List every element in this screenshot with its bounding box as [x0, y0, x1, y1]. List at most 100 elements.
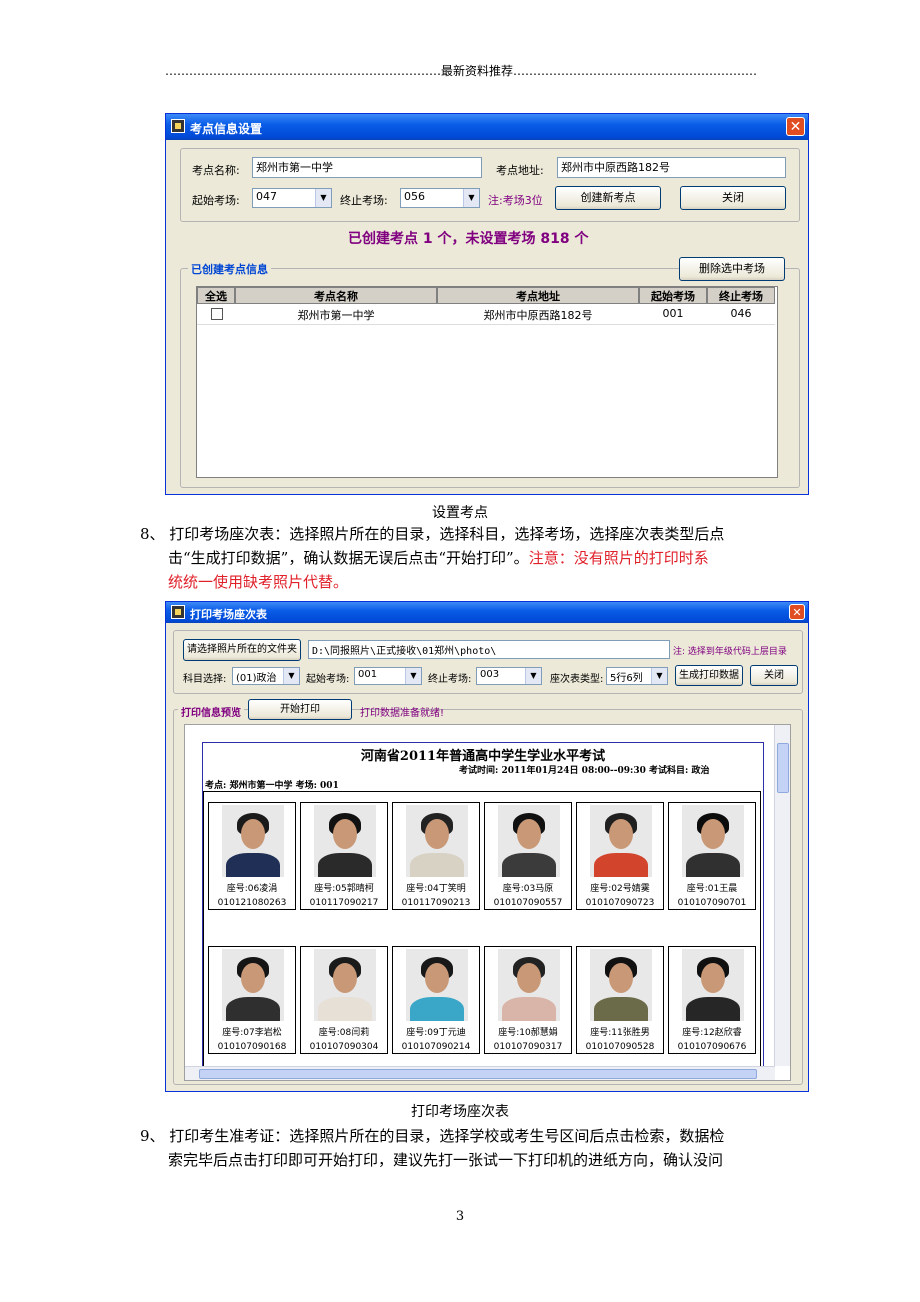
- seating-type-value: 5行6列: [610, 673, 643, 684]
- row-checkbox[interactable]: [211, 308, 223, 320]
- col-site-name: 考点名称: [235, 287, 437, 304]
- horizontal-scrollbar[interactable]: [185, 1066, 775, 1080]
- figure-caption-1: 设置考点: [432, 505, 488, 521]
- start-room-select[interactable]: 047 ▼: [252, 188, 332, 208]
- end-room-value: 003: [480, 669, 500, 680]
- created-sites-label: 已创建考点信息: [188, 261, 271, 277]
- seat-grid: 座号:06凌涓 010121080263 座号:05郭晴柯 010117090217 座…: [203, 791, 761, 1080]
- summary-text: 已创建考点 1 个，未设置考场 818 个: [348, 231, 589, 247]
- student-photo: [498, 949, 560, 1021]
- photo-body: [594, 853, 648, 877]
- seat-label: 座号:05郭晴柯: [314, 884, 374, 894]
- end-room-select[interactable]: 056 ▼: [400, 188, 480, 208]
- seating-type-label: 座次表类型:: [550, 674, 604, 685]
- photo-face: [701, 963, 725, 993]
- student-id: 010117090217: [309, 898, 379, 908]
- student-id: 010107090723: [585, 898, 655, 908]
- titlebar[interactable]: 打印考场座次表 ✕: [166, 602, 808, 623]
- photo-body: [502, 853, 556, 877]
- site-name-input[interactable]: 郑州市第一中学: [252, 157, 482, 178]
- student-photo: [222, 949, 284, 1021]
- choose-folder-button[interactable]: 请选择照片所在的文件夹: [183, 639, 301, 661]
- room-format-note: 注:考场3位: [488, 194, 543, 207]
- start-room-select[interactable]: 001 ▼: [354, 667, 422, 685]
- step-8-line-2: 击“生成打印数据”，确认数据无误后点击“开始打印”。注意：没有照片的打印时系: [168, 546, 709, 570]
- student-photo: [682, 949, 744, 1021]
- sheet-exam-info: 考试时间: 2011年01月24日 08:00--09:30 考试科目: 政治: [459, 766, 710, 776]
- table-row[interactable]: 郑州市第一中学 郑州市中原西路182号 001 046: [197, 304, 775, 325]
- preview-label: 打印信息预览: [178, 704, 244, 719]
- student-card: 座号:11张胜男 010107090528: [576, 946, 664, 1054]
- close-icon[interactable]: ✕: [786, 117, 805, 136]
- student-photo: [682, 805, 744, 877]
- chevron-down-icon[interactable]: ▼: [315, 189, 331, 207]
- student-id: 010117090213: [401, 898, 471, 908]
- student-card: 座号:06凌涓 010121080263: [208, 802, 296, 910]
- site-address-input[interactable]: 郑州市中原西路182号: [557, 157, 786, 178]
- delete-selected-button[interactable]: 删除选中考场: [679, 257, 785, 281]
- chevron-down-icon[interactable]: ▼: [651, 668, 667, 684]
- photo-face: [333, 963, 357, 993]
- photo-body: [410, 997, 464, 1021]
- photo-body: [318, 997, 372, 1021]
- chevron-down-icon[interactable]: ▼: [405, 668, 421, 684]
- photo-face: [241, 963, 265, 993]
- site-name-label: 考点名称:: [192, 164, 240, 177]
- student-card: 座号:02号婧霙 010107090723: [576, 802, 664, 910]
- generate-print-data-button[interactable]: 生成打印数据: [675, 665, 743, 686]
- subject-label: 科目选择:: [183, 674, 227, 685]
- student-photo: [314, 949, 376, 1021]
- student-id: 010121080263: [217, 898, 287, 908]
- step-9-line-1: 9、 打印考生准考证：选择照片所在的目录，选择学校或考生号区间后点击检索，数据检: [140, 1127, 725, 1145]
- seat-label: 座号:03马原: [502, 884, 554, 894]
- create-site-button[interactable]: 创建新考点: [555, 186, 661, 210]
- student-photo: [314, 805, 376, 877]
- seat-label: 座号:02号婧霙: [590, 884, 650, 894]
- row-site-address: 郑州市中原西路182号: [483, 309, 593, 322]
- end-room-label: 终止考场:: [428, 674, 472, 685]
- row-end-room: 046: [730, 307, 752, 320]
- subject-select[interactable]: (01)政治 ▼: [232, 667, 300, 685]
- vertical-scrollbar[interactable]: [774, 725, 790, 1066]
- app-icon: [171, 119, 185, 133]
- close-icon[interactable]: ✕: [789, 604, 805, 620]
- photo-body: [226, 997, 280, 1021]
- print-seating-window: 打印考场座次表 ✕ 请选择照片所在的文件夹 D:\同报照片\正式接收\01郑州\…: [165, 601, 809, 1092]
- chevron-down-icon[interactable]: ▼: [525, 668, 541, 684]
- photo-body: [686, 853, 740, 877]
- student-photo: [590, 805, 652, 877]
- seating-type-select[interactable]: 5行6列 ▼: [606, 667, 668, 685]
- student-card: 座号:01王晨 010107090701: [668, 802, 756, 910]
- student-id: 010107090701: [677, 898, 747, 908]
- close-button[interactable]: 关闭: [750, 665, 798, 686]
- student-photo: [590, 949, 652, 1021]
- col-select-all[interactable]: 全选: [197, 287, 235, 304]
- photo-path-input[interactable]: D:\同报照片\正式接收\01郑州\photo\: [308, 640, 670, 659]
- sheet-title: 河南省2011年普通高中学生学业水平考试: [360, 749, 606, 764]
- student-card: 座号:07李岩松 010107090168: [208, 946, 296, 1054]
- student-id: 010107090304: [309, 1042, 379, 1052]
- start-print-button[interactable]: 开始打印: [248, 699, 352, 720]
- seat-label: 座号:07李岩松: [222, 1028, 282, 1038]
- chevron-down-icon[interactable]: ▼: [283, 668, 299, 684]
- sites-table: 全选 考点名称 考点地址 起始考场 终止考场 郑州市第一中学 郑州市中原西路18…: [196, 286, 778, 478]
- end-room-select[interactable]: 003 ▼: [476, 667, 542, 685]
- scroll-thumb[interactable]: [777, 743, 789, 793]
- site-address-label: 考点地址:: [496, 164, 544, 177]
- figure-caption-2: 打印考场座次表: [411, 1104, 509, 1120]
- photo-face: [517, 963, 541, 993]
- app-icon: [171, 605, 185, 619]
- window-title: 考点信息设置: [190, 122, 263, 136]
- close-button[interactable]: 关闭: [680, 186, 786, 210]
- start-room-value: 001: [358, 669, 378, 680]
- page-header: ……………………………………………………………最新资料推荐………………………………: [165, 64, 757, 78]
- preview-canvas[interactable]: 河南省2011年普通高中学生学业水平考试 考试时间: 2011年01月24日 0…: [184, 724, 791, 1081]
- student-id: 010107090557: [493, 898, 563, 908]
- titlebar[interactable]: 考点信息设置 ✕: [166, 114, 808, 140]
- print-status: 打印数据准备就绪!: [360, 708, 445, 719]
- chevron-down-icon[interactable]: ▼: [463, 189, 479, 207]
- seat-label: 座号:12赵欣睿: [682, 1028, 742, 1038]
- step-8-line-3: 统统一使用缺考照片代替。: [168, 573, 349, 591]
- scroll-thumb[interactable]: [199, 1069, 757, 1079]
- path-note: 注: 选择到年级代码上层目录: [673, 647, 787, 657]
